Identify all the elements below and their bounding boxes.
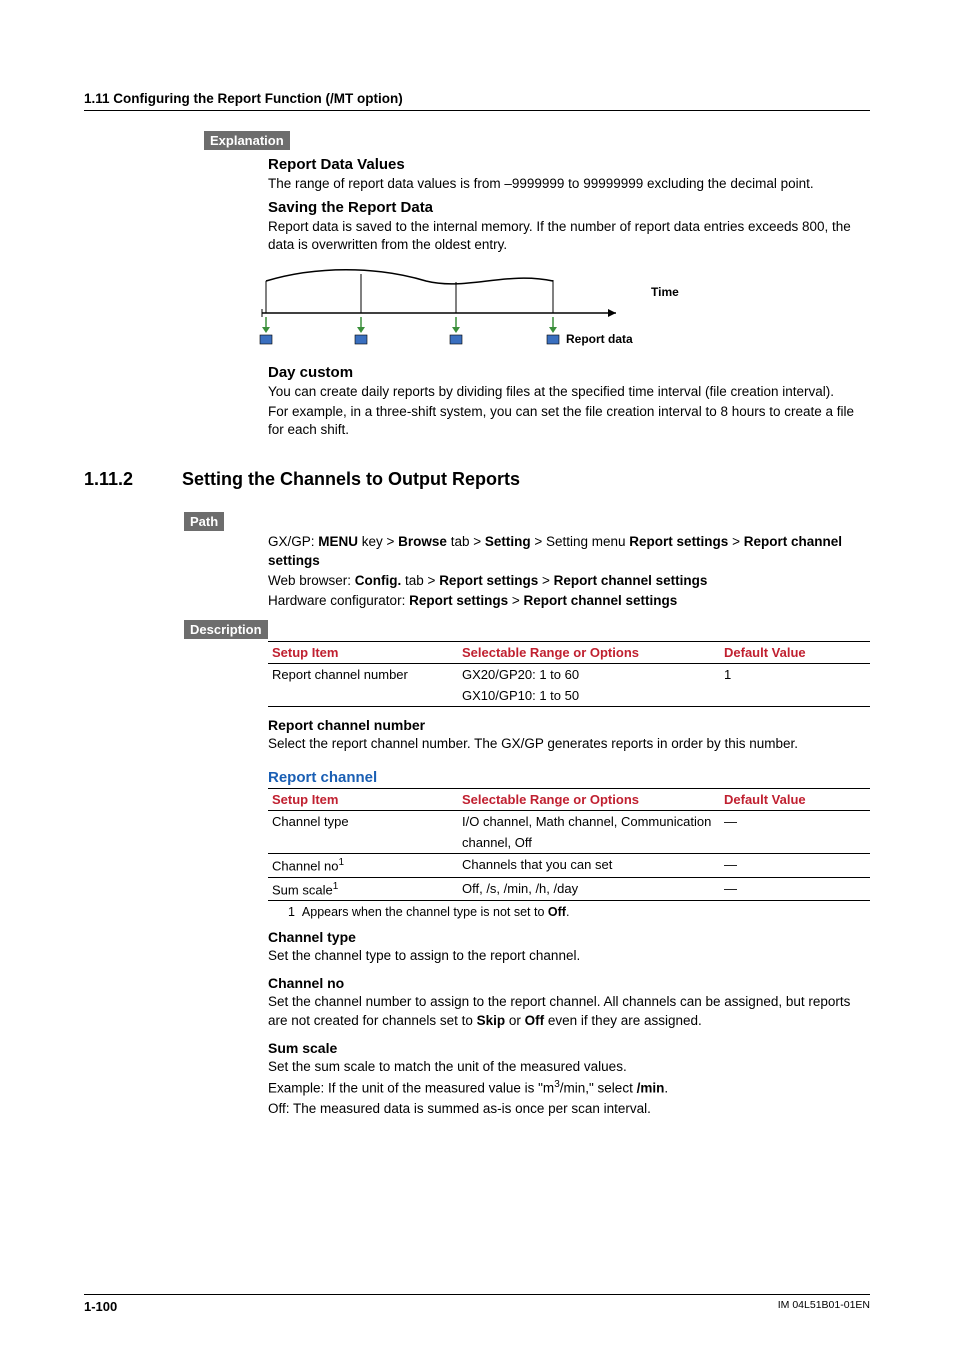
- th-setup-item: Setup Item: [268, 642, 458, 664]
- text-channel-type: Set the channel type to assign to the re…: [268, 947, 870, 965]
- path-line-hw: Hardware configurator: Report settings >…: [268, 592, 870, 610]
- text-report-data-values: The range of report data values is from …: [268, 175, 870, 193]
- badge-description: Description: [184, 620, 268, 639]
- heading-report-channel: Report channel: [268, 769, 870, 786]
- table-report-channel-number: Setup Item Selectable Range or Options D…: [268, 641, 870, 707]
- table-row: Channel no1 Channels that you can set —: [268, 854, 870, 877]
- path-line-gxgp: GX/GP: MENU key > Browse tab > Setting >…: [268, 533, 870, 569]
- th-range: Selectable Range or Options: [458, 789, 720, 811]
- heading-1-11-2: 1.11.2Setting the Channels to Output Rep…: [84, 469, 870, 490]
- heading-report-channel-number: Report channel number: [268, 717, 870, 733]
- page-footer: 1-100 IM 04L51B01-01EN: [84, 1294, 870, 1314]
- th-range: Selectable Range or Options: [458, 642, 720, 664]
- badge-explanation: Explanation: [204, 131, 290, 150]
- text-sum-scale-2: Example: If the unit of the measured val…: [268, 1078, 870, 1098]
- section-title: 1.11 Configuring the Report Function (/M…: [84, 91, 403, 106]
- table-row: GX10/GP10: 1 to 50: [268, 685, 870, 707]
- heading-channel-type: Channel type: [268, 929, 870, 945]
- diagram-report-label: Report data: [566, 332, 633, 346]
- page-number: 1-100: [84, 1299, 117, 1314]
- footnote-1: 1 Appears when the channel type is not s…: [288, 905, 870, 919]
- table-row: Sum scale1 Off, /s, /min, /h, /day —: [268, 877, 870, 900]
- text-sum-scale-1: Set the sum scale to match the unit of t…: [268, 1058, 870, 1076]
- text-day-custom-1: You can create daily reports by dividing…: [268, 383, 870, 401]
- page-header: 1.11 Configuring the Report Function (/M…: [84, 90, 870, 111]
- table-row: Channel type I/O channel, Math channel, …: [268, 811, 870, 833]
- header-rule: [84, 110, 870, 111]
- path-line-web: Web browser: Config. tab > Report settin…: [268, 572, 870, 590]
- heading-day-custom: Day custom: [268, 364, 870, 381]
- text-day-custom-2: For example, in a three-shift system, yo…: [268, 403, 870, 439]
- heading-report-data-values: Report Data Values: [268, 156, 870, 173]
- diagram-time-label: Time: [651, 285, 679, 299]
- text-report-channel-number: Select the report channel number. The GX…: [268, 735, 870, 753]
- text-channel-no: Set the channel number to assign to the …: [268, 993, 870, 1029]
- badge-path: Path: [184, 512, 224, 531]
- text-sum-scale-3: Off: The measured data is summed as-is o…: [268, 1100, 870, 1118]
- heading-title: Setting the Channels to Output Reports: [182, 469, 520, 489]
- heading-sum-scale: Sum scale: [268, 1040, 870, 1056]
- report-data-diagram: Time Report data: [256, 261, 870, 350]
- table-row: channel, Off: [268, 832, 870, 854]
- table-report-channel: Setup Item Selectable Range or Options D…: [268, 788, 870, 901]
- heading-saving-report-data: Saving the Report Data: [268, 199, 870, 216]
- th-default: Default Value: [720, 642, 870, 664]
- heading-channel-no: Channel no: [268, 975, 870, 991]
- doc-id: IM 04L51B01-01EN: [778, 1299, 870, 1314]
- heading-number: 1.11.2: [84, 469, 182, 490]
- text-saving-report-data: Report data is saved to the internal mem…: [268, 218, 870, 254]
- th-default: Default Value: [720, 789, 870, 811]
- th-setup-item: Setup Item: [268, 789, 458, 811]
- table-row: Report channel number GX20/GP20: 1 to 60…: [268, 664, 870, 686]
